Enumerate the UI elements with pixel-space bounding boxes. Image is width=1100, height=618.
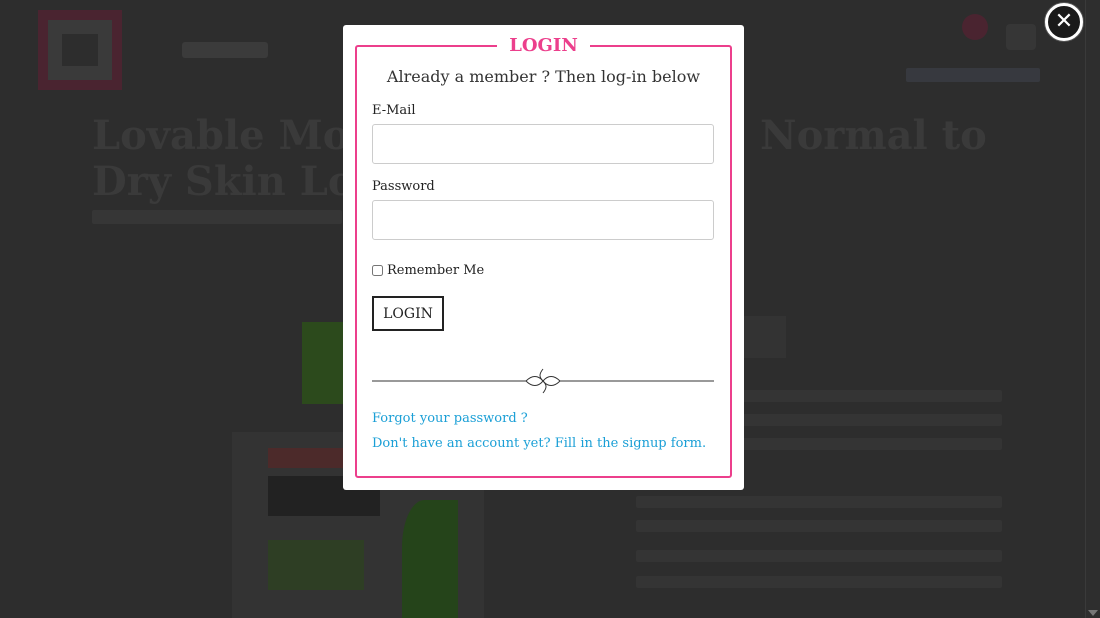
content-image bbox=[740, 316, 786, 358]
modal-title-text: LOGIN bbox=[497, 35, 590, 56]
login-button[interactable]: LOGIN bbox=[372, 296, 444, 331]
ornamental-divider bbox=[372, 368, 714, 394]
modal-title: LOGIN bbox=[343, 35, 744, 56]
remember-me-row[interactable]: Remember Me bbox=[372, 263, 484, 278]
wishlist-icon bbox=[962, 14, 988, 40]
share-button bbox=[302, 322, 344, 404]
email-field[interactable] bbox=[372, 124, 714, 164]
password-label: Password bbox=[372, 179, 435, 194]
cart-icon bbox=[1006, 24, 1036, 50]
login-modal: LOGIN Already a member ? Then log-in bel… bbox=[343, 25, 744, 490]
remember-me-checkbox[interactable] bbox=[372, 265, 383, 276]
scroll-down-arrow-icon[interactable] bbox=[1088, 610, 1098, 616]
close-icon[interactable]: ✕ bbox=[1045, 3, 1083, 41]
remember-me-label: Remember Me bbox=[387, 263, 485, 278]
site-logo bbox=[38, 10, 122, 90]
signup-link[interactable]: Don't have an account yet? Fill in the s… bbox=[372, 436, 706, 451]
article-text bbox=[636, 576, 1002, 588]
password-field[interactable] bbox=[372, 200, 714, 240]
article-byline bbox=[92, 210, 342, 224]
forgot-password-link[interactable]: Forgot your password ? bbox=[372, 411, 528, 426]
nav-menu bbox=[182, 42, 268, 58]
account-link bbox=[906, 68, 1040, 82]
article-title-line2: Dry Skin Lo bbox=[92, 158, 355, 205]
article-text bbox=[636, 496, 1002, 508]
article-text bbox=[636, 550, 1002, 562]
modal-subtitle: Already a member ? Then log-in below bbox=[386, 67, 701, 86]
article-text bbox=[636, 520, 1002, 532]
article-title-line1-end: Normal to bbox=[760, 112, 987, 159]
email-label: E-Mail bbox=[372, 103, 416, 118]
scrollbar[interactable] bbox=[1085, 0, 1100, 618]
